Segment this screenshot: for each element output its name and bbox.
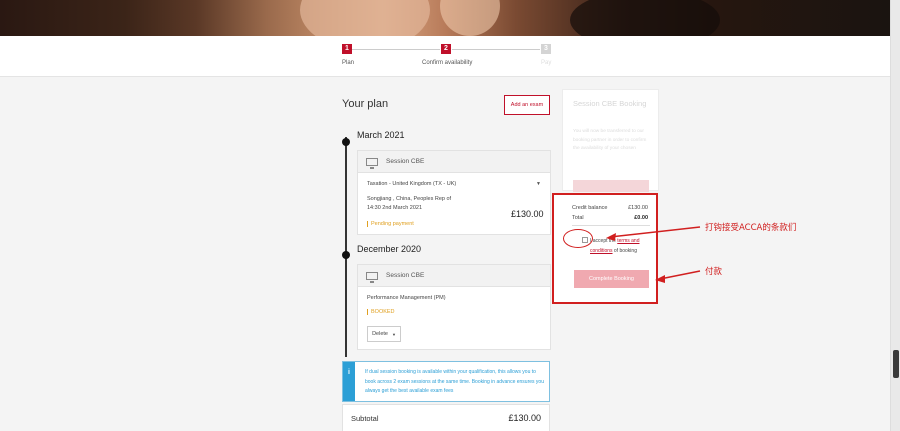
timeline-dot (342, 251, 350, 259)
divider (572, 225, 650, 226)
info-text: If dual session booking is available wit… (365, 369, 544, 394)
booking-summary: Credit balance £130.00 Total £0.00 I acc… (552, 193, 658, 304)
month-heading: March 2021 (357, 130, 405, 140)
step-1-number: 1 (342, 44, 352, 54)
booking-stepper: 1 Plan 2 Confirm availability 3 Pay (0, 36, 890, 77)
credit-balance-label: Credit balance (572, 205, 608, 211)
hero-shadow (570, 0, 720, 36)
disabled-button (573, 180, 649, 192)
status-badge: Pending payment (367, 221, 414, 227)
exam-datetime: 14:30 2nd March 2021 (367, 205, 423, 211)
exam-location: Songjiang , China, Peoples Rep of (367, 196, 452, 202)
exam-name: Performance Management (PM) (367, 295, 446, 301)
annotation-arrow-pay (659, 270, 701, 280)
month-heading: December 2020 (357, 244, 422, 254)
info-box: i If dual session booking is available w… (342, 361, 550, 402)
add-exam-button[interactable]: Add an exam (504, 95, 550, 115)
exam-name: Taxation - United Kingdom (TX - UK) (367, 181, 457, 187)
delete-dropdown[interactable]: Delete ▼ (367, 326, 401, 342)
card-header: Session CBE (358, 265, 550, 287)
complete-booking-button[interactable]: Complete Booking (574, 270, 649, 288)
booking-side-panel: Session CBE Booking You will now be tran… (562, 89, 659, 192)
step-connector (352, 49, 440, 50)
annotation-circle (563, 229, 593, 248)
card-type: Session CBE (386, 272, 425, 279)
card-type: Session CBE (386, 158, 425, 165)
subtotal-row: Subtotal £130.00 (342, 404, 550, 431)
accept-terms-text: I accept the terms and conditions of boo… (590, 236, 654, 256)
exam-card: Session CBE Taxation - United Kingdom (T… (357, 150, 551, 235)
accept-prefix: I accept the (590, 238, 616, 244)
page-title: Your plan (342, 98, 389, 110)
computer-icon (366, 271, 378, 283)
hero-highlight (440, 0, 500, 36)
side-description: You will now be transferred to our booki… (573, 129, 647, 151)
annotation-pay-note: 付款 (705, 267, 723, 277)
delete-label: Delete (372, 331, 388, 337)
subtotal-value: £130.00 (508, 413, 541, 423)
exam-price: £130.00 (511, 209, 544, 219)
subtotal-label: Subtotal (351, 414, 379, 423)
step-connector (452, 49, 540, 50)
status-badge: BOOKED (367, 309, 395, 315)
timeline-line (345, 137, 347, 357)
page-scrollbar[interactable] (890, 0, 900, 431)
side-title: Session CBE Booking (573, 99, 647, 108)
chevron-down-icon: ▼ (391, 331, 396, 337)
total-label: Total (572, 215, 584, 221)
total-value: £0.00 (634, 215, 648, 221)
hero-banner-image (0, 0, 890, 36)
step-3-label: Pay (541, 60, 552, 66)
card-header: Session CBE (358, 151, 550, 173)
credit-balance-value: £130.00 (628, 205, 648, 211)
step-2-number: 2 (441, 44, 451, 54)
exam-card: Session CBE Performance Management (PM) … (357, 264, 551, 350)
scrollbar-thumb[interactable] (893, 350, 899, 378)
step-3-number: 3 (541, 44, 551, 54)
info-icon: i (343, 362, 355, 401)
accept-suffix: of booking (613, 248, 637, 254)
step-1-label: Plan (342, 60, 355, 66)
chevron-down-icon[interactable]: ▼ (536, 181, 541, 187)
annotation-accept-note: 打钩接受ACCA的条款们 (705, 223, 797, 233)
hero-face-highlight (300, 0, 430, 36)
computer-icon (366, 157, 378, 169)
timeline-dot (342, 138, 350, 146)
step-2-label: Confirm availability (422, 60, 473, 66)
